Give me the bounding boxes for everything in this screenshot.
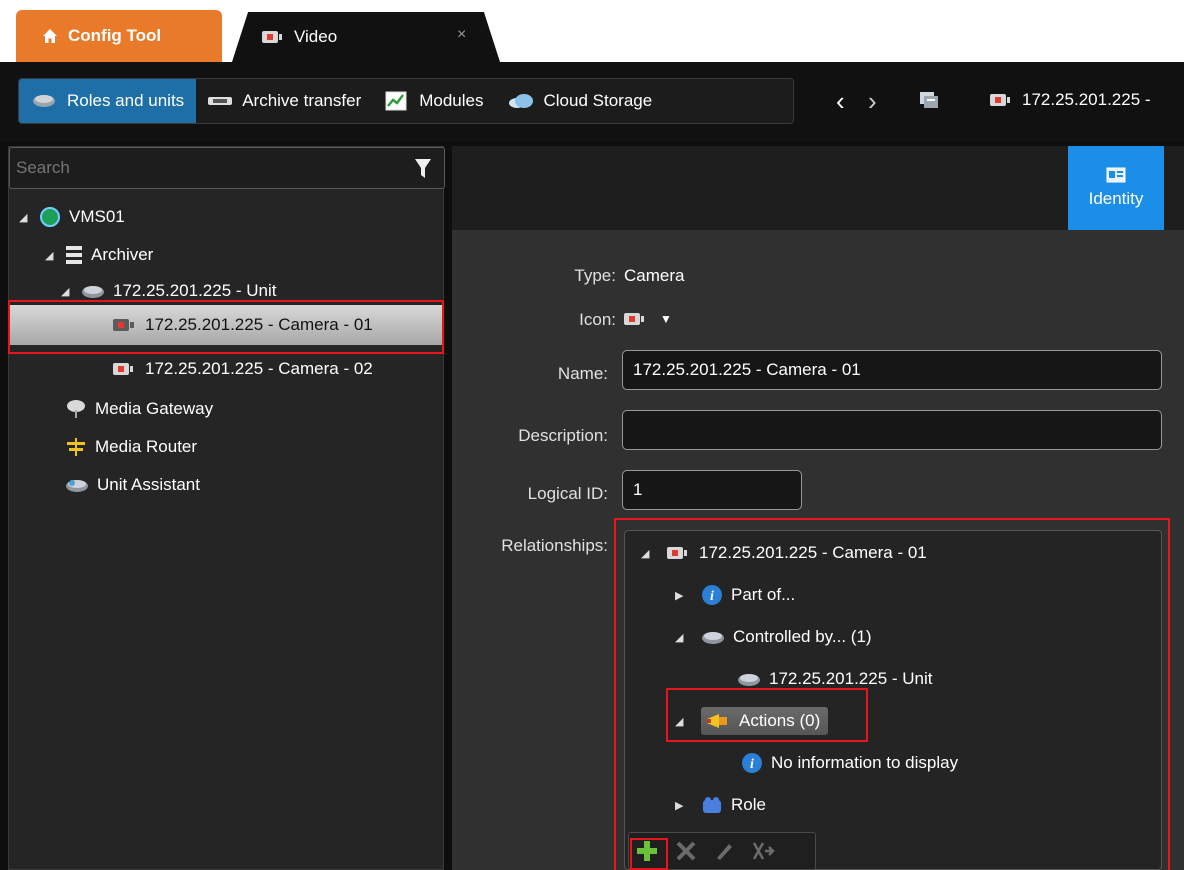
archiver-icon bbox=[65, 245, 83, 265]
entity-tree-panel: ◢ VMS01 ◢ Archiver ◢ 172.25.201.225 - Un… bbox=[8, 146, 445, 870]
cloud-icon bbox=[508, 93, 534, 109]
close-icon[interactable]: × bbox=[457, 26, 466, 44]
icon-picker[interactable]: ▼ bbox=[624, 312, 672, 326]
modules-icon bbox=[385, 91, 409, 111]
unit-assistant-icon bbox=[65, 477, 89, 493]
tree-item-unit-assistant[interactable]: Unit Assistant bbox=[59, 469, 200, 501]
icon-label: Icon: bbox=[579, 310, 616, 329]
segment-roles-and-units[interactable]: Roles and units bbox=[19, 79, 197, 123]
tree-label: Unit Assistant bbox=[97, 475, 200, 494]
highlight-box bbox=[666, 688, 868, 742]
highlight-box bbox=[630, 838, 668, 870]
description-field[interactable] bbox=[622, 410, 1162, 450]
collapse-icon[interactable]: ◢ bbox=[61, 285, 75, 298]
type-label: Type: bbox=[574, 266, 616, 285]
unit-icon bbox=[31, 92, 57, 110]
segment-label: Archive transfer bbox=[242, 91, 362, 110]
camera-icon bbox=[113, 363, 137, 375]
chevron-down-icon[interactable]: ▼ bbox=[660, 312, 672, 326]
history-icon[interactable] bbox=[918, 90, 940, 115]
unit-icon bbox=[81, 283, 105, 299]
name-label: Name: bbox=[557, 364, 608, 383]
breadcrumb[interactable]: 172.25.201.225 - bbox=[990, 90, 1151, 110]
filter-icon[interactable] bbox=[414, 158, 432, 185]
tree-label: 172.25.201.225 - Camera - 02 bbox=[145, 359, 373, 378]
globe-icon bbox=[39, 206, 61, 228]
segment-archive-transfer[interactable]: Archive transfer bbox=[196, 79, 373, 123]
logical-id-label: Logical ID: bbox=[527, 484, 608, 503]
camera-icon bbox=[262, 31, 284, 43]
camera-icon bbox=[624, 313, 648, 325]
tab-config-tool[interactable]: Config Tool bbox=[16, 10, 222, 62]
segment-label: Cloud Storage bbox=[543, 91, 653, 110]
relationships-label: Relationships: bbox=[501, 536, 608, 555]
collapse-icon[interactable]: ◢ bbox=[19, 211, 33, 224]
segment-label: Roles and units bbox=[67, 91, 185, 110]
segment-label: Modules bbox=[419, 91, 484, 110]
camera-icon bbox=[990, 94, 1012, 106]
segment-cloud-storage[interactable]: Cloud Storage bbox=[496, 79, 665, 123]
tree-label: Media Router bbox=[95, 437, 198, 456]
search-input[interactable] bbox=[16, 158, 396, 178]
tree-label: VMS01 bbox=[69, 207, 125, 226]
tab-video[interactable]: Video × bbox=[232, 12, 500, 62]
tree-label: 172.25.201.225 - Unit bbox=[113, 281, 277, 300]
type-value: Camera bbox=[624, 266, 685, 285]
collapse-icon[interactable]: ◢ bbox=[45, 249, 59, 262]
name-field[interactable]: 172.25.201.225 - Camera - 01 bbox=[622, 350, 1162, 390]
tree-label: Media Gateway bbox=[95, 399, 214, 418]
tab-identity-label: Identity bbox=[1088, 189, 1144, 208]
forward-button[interactable]: › bbox=[868, 86, 877, 117]
home-icon bbox=[43, 29, 57, 43]
breadcrumb-label: 172.25.201.225 - bbox=[1022, 90, 1151, 109]
description-label: Description: bbox=[518, 426, 608, 445]
tab-identity[interactable]: Identity bbox=[1068, 146, 1164, 230]
tree-item-media-gateway[interactable]: Media Gateway bbox=[59, 393, 213, 425]
properties-tab-bar: Identity bbox=[452, 146, 1184, 230]
tree-item-archiver[interactable]: ◢ Archiver bbox=[45, 239, 153, 271]
segment-modules[interactable]: Modules bbox=[373, 79, 495, 123]
logical-id-field[interactable]: 1 bbox=[622, 470, 802, 510]
identity-icon bbox=[1106, 167, 1126, 183]
tab-video-label: Video bbox=[294, 27, 338, 46]
tab-config-tool-label: Config Tool bbox=[68, 26, 162, 45]
archive-transfer-icon bbox=[208, 96, 233, 106]
tree-item-media-router[interactable]: Media Router bbox=[59, 431, 197, 463]
tree-item-vms01[interactable]: ◢ VMS01 bbox=[19, 201, 125, 233]
tree-label: Archiver bbox=[91, 245, 154, 264]
tab-strip: Config Tool Video × bbox=[0, 0, 1184, 62]
task-segment-bar: Roles and units Archive transfer Modules… bbox=[18, 78, 794, 124]
back-button[interactable]: ‹ bbox=[836, 86, 845, 117]
search-box[interactable] bbox=[9, 147, 445, 189]
highlight-box bbox=[8, 300, 444, 354]
satellite-dish-icon bbox=[65, 398, 87, 420]
router-icon bbox=[65, 436, 87, 458]
toolbar: Roles and units Archive transfer Modules… bbox=[0, 62, 1184, 142]
tree-item-camera-02[interactable]: 172.25.201.225 - Camera - 02 bbox=[107, 353, 373, 385]
